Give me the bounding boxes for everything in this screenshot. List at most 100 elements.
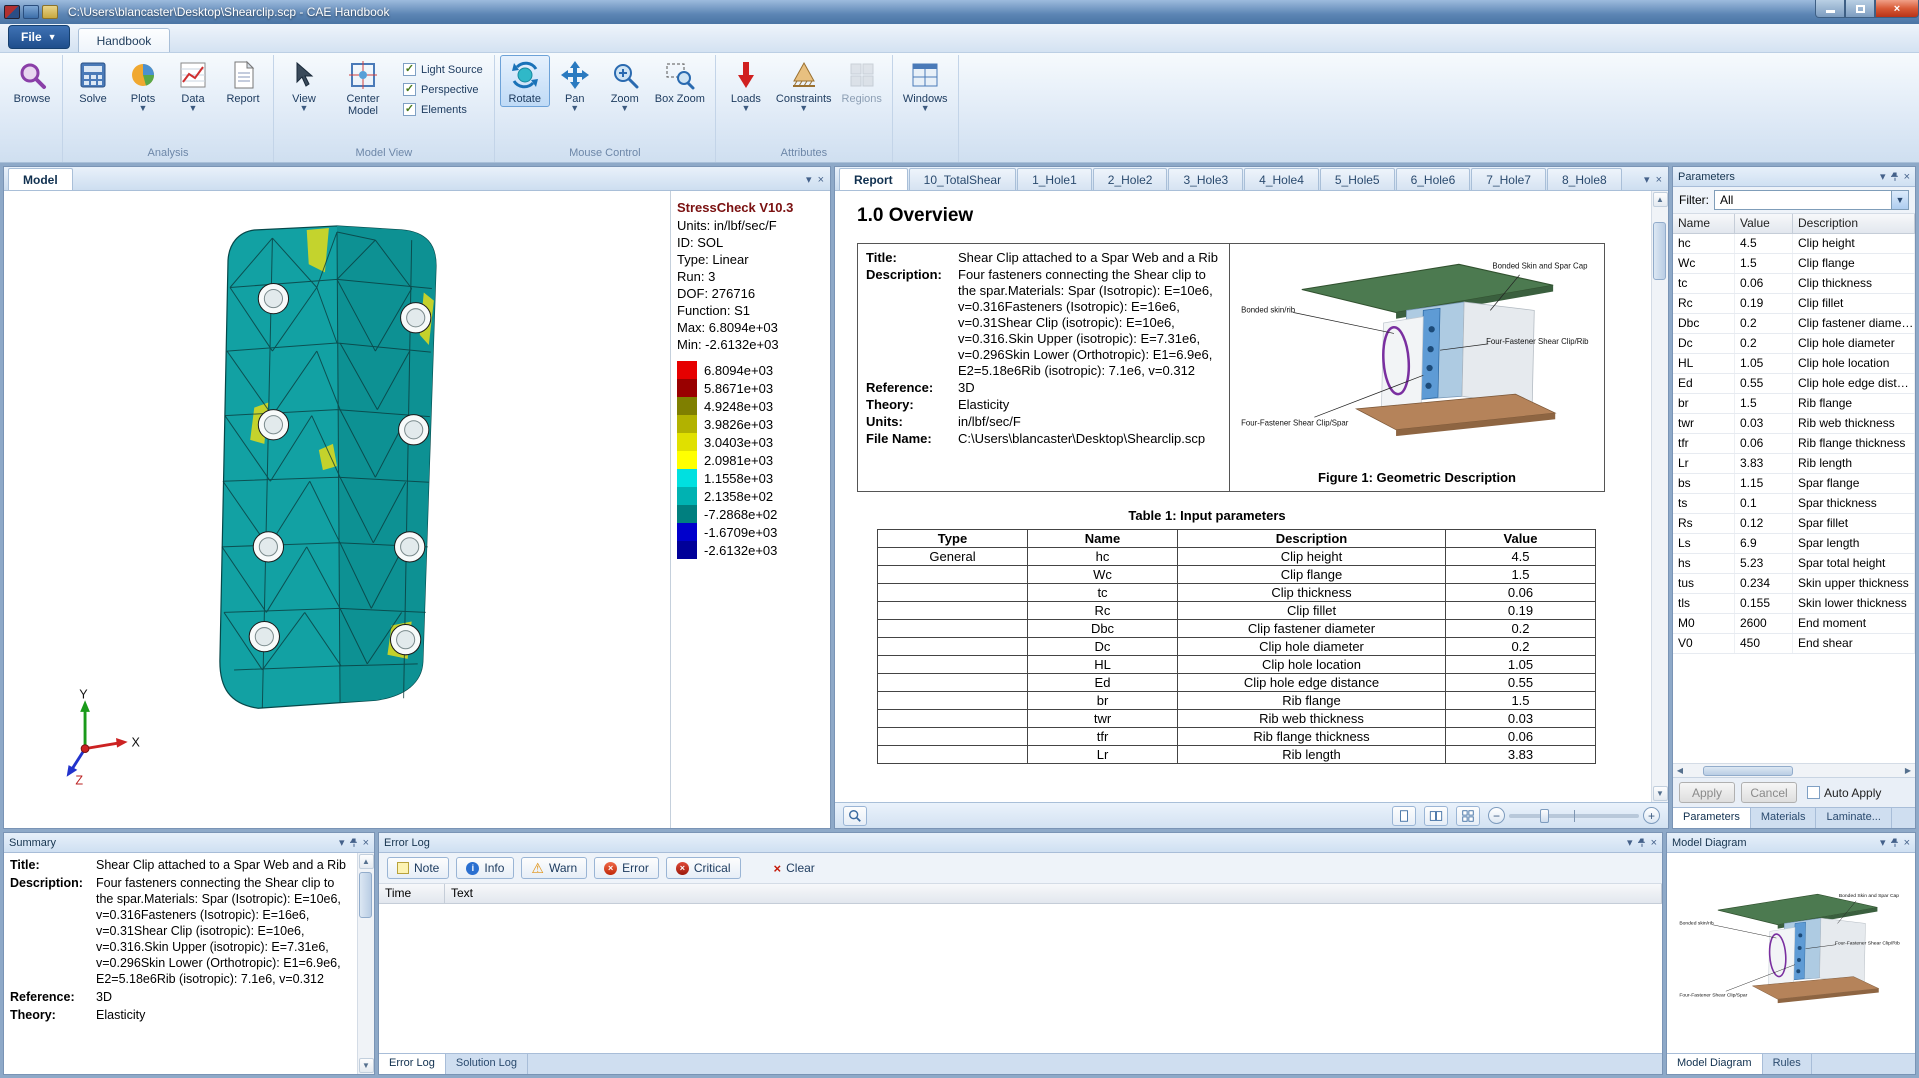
report-tab[interactable]: 1_Hole1 <box>1017 168 1092 190</box>
report-button[interactable]: Report <box>218 55 268 107</box>
parameter-row[interactable]: Wc 1.5 Clip flange <box>1673 254 1915 274</box>
scroll-right-icon[interactable]: ▶ <box>1901 765 1915 777</box>
parameters-bottom-tab[interactable]: Parameters <box>1673 808 1751 828</box>
close-icon[interactable]: × <box>1651 837 1657 849</box>
scroll-left-icon[interactable]: ◀ <box>1673 765 1687 777</box>
parameter-row[interactable]: Dbc 0.2 Clip fastener diameter <box>1673 314 1915 334</box>
parameter-row[interactable]: tc 0.06 Clip thickness <box>1673 274 1915 294</box>
thumbnail-view-button[interactable] <box>1456 805 1480 826</box>
close-icon[interactable]: × <box>1904 837 1910 849</box>
scrollbar-thumb[interactable] <box>1653 222 1666 280</box>
zoom-out-button[interactable]: − <box>1488 807 1505 824</box>
pin-icon[interactable] <box>1890 837 1899 848</box>
close-icon[interactable]: × <box>818 174 824 186</box>
log-bottom-tab[interactable]: Error Log <box>379 1054 446 1074</box>
file-menu-button[interactable]: File ▼ <box>8 25 70 49</box>
diagram-bottom-tab[interactable]: Rules <box>1763 1054 1812 1074</box>
column-header-time[interactable]: Time <box>379 884 445 903</box>
open-icon[interactable] <box>42 5 58 19</box>
zoom-slider[interactable] <box>1509 808 1639 823</box>
parameter-row[interactable]: hc 4.5 Clip height <box>1673 234 1915 254</box>
scrollbar-thumb[interactable] <box>359 872 372 918</box>
two-page-view-button[interactable] <box>1424 805 1448 826</box>
scroll-down-icon[interactable]: ▼ <box>1652 786 1668 801</box>
parameter-row[interactable]: Rc 0.19 Clip fillet <box>1673 294 1915 314</box>
report-tab[interactable]: Report <box>839 168 908 190</box>
scrollbar-thumb[interactable] <box>1703 765 1793 776</box>
parameter-row[interactable]: Dc 0.2 Clip hole diameter <box>1673 334 1915 354</box>
report-vertical-scrollbar[interactable]: ▲ ▼ <box>1651 191 1668 802</box>
parameter-row[interactable]: ts 0.1 Spar thickness <box>1673 494 1915 514</box>
chevron-down-icon[interactable]: ▾ <box>1880 836 1886 849</box>
view-button[interactable]: View ▼ <box>279 55 329 114</box>
chevron-down-icon[interactable]: ▼ <box>1891 191 1908 209</box>
report-tab[interactable]: 2_Hole2 <box>1092 168 1168 190</box>
report-tab[interactable]: 6_Hole6 <box>1395 168 1471 190</box>
constraints-button[interactable]: Constraints ▼ <box>771 55 837 114</box>
pin-icon[interactable] <box>1637 837 1646 848</box>
auto-apply-checkbox[interactable]: ✓ Auto Apply <box>1807 786 1881 800</box>
close-icon[interactable]: × <box>363 837 369 849</box>
pin-icon[interactable] <box>1890 171 1899 182</box>
tab-model[interactable]: Model <box>8 168 73 190</box>
report-tab[interactable]: 10_TotalShear <box>908 168 1017 190</box>
clear-log-button[interactable]: × Clear <box>764 857 825 879</box>
parameter-row[interactable]: twr 0.03 Rib web thickness <box>1673 414 1915 434</box>
pin-icon[interactable] <box>349 837 358 848</box>
column-header-description[interactable]: Description <box>1793 214 1915 233</box>
parameter-row[interactable]: Rs 0.12 Spar fillet <box>1673 514 1915 534</box>
parameter-row[interactable]: tls 0.155 Skin lower thickness <box>1673 594 1915 614</box>
close-icon[interactable]: × <box>1904 171 1910 183</box>
chevron-down-icon[interactable]: ▾ <box>1880 170 1886 183</box>
report-tab[interactable]: 4_Hole4 <box>1244 168 1319 190</box>
parameter-row[interactable]: Ls 6.9 Spar length <box>1673 534 1915 554</box>
parameters-bottom-tab[interactable]: Laminate... <box>1816 808 1892 828</box>
parameter-row[interactable]: Lr 3.83 Rib length <box>1673 454 1915 474</box>
zoom-slider-thumb[interactable] <box>1540 808 1550 823</box>
column-header-name[interactable]: Name <box>1673 214 1735 233</box>
parameters-bottom-tab[interactable]: Materials <box>1751 808 1817 828</box>
plots-button[interactable]: Plots ▼ <box>118 55 168 114</box>
info-filter-button[interactable]: i Info <box>456 857 515 879</box>
parameter-row[interactable]: tus 0.234 Skin upper thickness <box>1673 574 1915 594</box>
chevron-down-icon[interactable]: ▾ <box>1644 173 1650 186</box>
center-model-button[interactable]: Center Model <box>329 55 397 119</box>
report-tab[interactable]: 8_Hole8 <box>1546 168 1622 190</box>
chevron-down-icon[interactable]: ▾ <box>339 836 345 849</box>
column-header-text[interactable]: Text <box>445 884 1662 903</box>
box-zoom-button[interactable]: Box Zoom <box>650 55 710 107</box>
parameter-row[interactable]: hs 5.23 Spar total height <box>1673 554 1915 574</box>
pan-button[interactable]: Pan ▼ <box>550 55 600 114</box>
rotate-button[interactable]: Rotate <box>499 55 550 107</box>
parameter-row[interactable]: V0 450 End shear <box>1673 634 1915 654</box>
diagram-bottom-tab[interactable]: Model Diagram <box>1667 1054 1763 1074</box>
parameter-row[interactable]: HL 1.05 Clip hole location <box>1673 354 1915 374</box>
single-page-view-button[interactable] <box>1392 805 1416 826</box>
data-button[interactable]: Data ▼ <box>168 55 218 114</box>
note-filter-button[interactable]: Note <box>387 857 450 879</box>
error-filter-button[interactable]: × Error <box>594 857 659 879</box>
solve-button[interactable]: Solve <box>68 55 118 107</box>
tab-handbook[interactable]: Handbook <box>77 28 171 52</box>
minimize-button[interactable] <box>1815 0 1845 18</box>
model-viewport[interactable]: Y X Z <box>4 191 670 828</box>
scroll-up-icon[interactable]: ▲ <box>1652 192 1668 207</box>
find-button[interactable] <box>843 805 867 826</box>
parameter-row[interactable]: Ed 0.55 Clip hole edge distance <box>1673 374 1915 394</box>
report-tab[interactable]: 7_Hole7 <box>1471 168 1546 190</box>
chevron-down-icon[interactable]: ▾ <box>1627 836 1633 849</box>
zoom-button[interactable]: Zoom ▼ <box>600 55 650 114</box>
cancel-button[interactable]: Cancel <box>1741 782 1797 803</box>
report-tab[interactable]: 5_Hole5 <box>1319 168 1395 190</box>
critical-filter-button[interactable]: × Critical <box>665 857 741 879</box>
close-icon[interactable]: × <box>1656 174 1662 186</box>
filter-dropdown[interactable]: All ▼ <box>1714 190 1909 210</box>
browse-button[interactable]: Browse <box>7 55 57 107</box>
parameter-row[interactable]: br 1.5 Rib flange <box>1673 394 1915 414</box>
view-option-checkbox[interactable]: ✓ Elements <box>403 103 483 116</box>
log-bottom-tab[interactable]: Solution Log <box>446 1054 529 1074</box>
parameters-horizontal-scrollbar[interactable]: ◀ ▶ <box>1673 763 1915 777</box>
parameter-row[interactable]: bs 1.15 Spar flange <box>1673 474 1915 494</box>
view-option-checkbox[interactable]: ✓ Perspective <box>403 83 483 96</box>
zoom-in-button[interactable]: + <box>1643 807 1660 824</box>
